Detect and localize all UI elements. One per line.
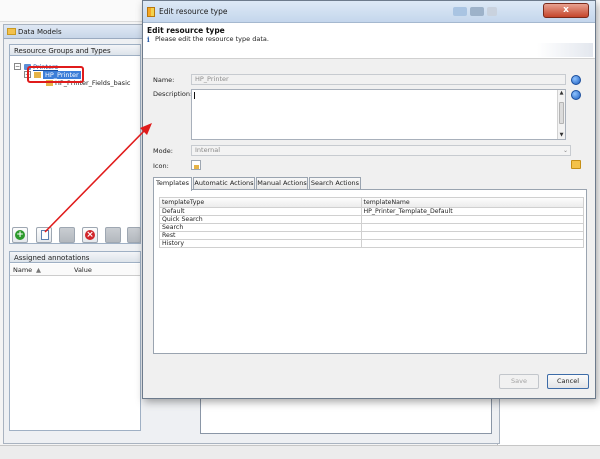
mode-value: Internal — [195, 146, 221, 154]
highlight-box — [27, 66, 84, 83]
dialog-titlebar[interactable]: Edit resource type x — [143, 1, 595, 23]
close-button[interactable]: x — [543, 3, 589, 18]
templates-panel: templateType templateName Default HP_Pri… — [153, 189, 587, 354]
resource-type-icon — [194, 165, 199, 169]
translate-icon[interactable] — [571, 75, 581, 85]
cell-template-type[interactable]: Rest — [160, 232, 362, 240]
dialog-header: Edit resource type i Please edit the res… — [143, 23, 595, 59]
titlebar-deco-icon — [470, 7, 484, 16]
table-row[interactable]: Default HP_Printer_Template_Default — [160, 208, 584, 216]
description-label: Description: — [153, 90, 193, 98]
table-row[interactable]: Rest — [160, 232, 584, 240]
header-decoration — [537, 43, 593, 57]
annotations-col-value[interactable]: Value — [74, 264, 92, 276]
templates-grid: templateType templateName Default HP_Pri… — [159, 197, 584, 248]
table-row[interactable]: History — [160, 240, 584, 248]
disabled-button-2[interactable] — [105, 227, 121, 243]
disabled-button-3[interactable] — [127, 227, 141, 243]
edit-document-icon — [41, 230, 49, 240]
assigned-annotations-panel: Assigned annotations Name ▲ Value — [9, 251, 141, 431]
name-label: Name: — [153, 76, 175, 84]
table-row[interactable]: Search — [160, 224, 584, 232]
plus-icon: + — [15, 230, 25, 240]
titlebar-deco-icon — [487, 7, 497, 16]
cell-template-type[interactable]: Quick Search — [160, 216, 362, 224]
titlebar-deco-icon — [453, 7, 467, 16]
col-header-template-type[interactable]: templateType — [160, 198, 362, 208]
icon-preview[interactable] — [191, 160, 201, 170]
status-bar — [0, 445, 600, 459]
scroll-thumb[interactable] — [559, 102, 564, 124]
cell-template-name[interactable] — [361, 224, 584, 232]
chevron-down-icon: ⌄ — [562, 147, 568, 154]
text-caret — [194, 92, 195, 99]
folder-icon[interactable] — [571, 160, 581, 169]
sort-ascending-icon: ▲ — [36, 266, 41, 274]
scroll-up-icon[interactable]: ▲ — [558, 90, 565, 97]
mode-select[interactable]: Internal ⌄ — [191, 145, 571, 156]
save-button[interactable]: Save — [499, 374, 539, 389]
dialog-subtitle: Please edit the resource type data. — [155, 35, 269, 43]
name-field[interactable]: HP_Printer — [191, 74, 566, 85]
col-header-template-name[interactable]: templateName — [361, 198, 584, 208]
cell-template-type[interactable]: History — [160, 240, 362, 248]
cancel-button[interactable]: Cancel — [547, 374, 589, 389]
delete-icon: × — [85, 230, 95, 240]
description-scrollbar[interactable]: ▲ ▼ — [557, 90, 565, 139]
background-lower-box — [200, 396, 492, 434]
cell-template-name[interactable] — [361, 232, 584, 240]
dialog-window-title: Edit resource type — [159, 7, 228, 16]
mode-label: Mode: — [153, 147, 173, 155]
edit-resource-type-dialog: Edit resource type x Edit resource type … — [142, 0, 596, 399]
cell-template-name[interactable] — [361, 216, 584, 224]
data-models-header: Data Models — [4, 25, 144, 39]
cell-template-name[interactable]: HP_Printer_Template_Default — [361, 208, 584, 216]
table-row[interactable]: Quick Search — [160, 216, 584, 224]
translate-icon[interactable] — [571, 90, 581, 100]
cell-template-type[interactable]: Default — [160, 208, 362, 216]
add-button[interactable]: + — [12, 227, 28, 243]
tab-templates[interactable]: Templates — [153, 177, 192, 191]
description-field[interactable]: ▲ ▼ — [191, 89, 566, 140]
delete-button[interactable]: × — [82, 227, 98, 243]
dialog-heading: Edit resource type — [147, 26, 225, 35]
icon-label: Icon: — [153, 162, 169, 170]
cell-template-name[interactable] — [361, 240, 584, 248]
collapse-icon[interactable]: − — [14, 63, 21, 70]
disabled-button-1[interactable] — [59, 227, 75, 243]
assigned-annotations-title: Assigned annotations — [9, 251, 141, 263]
annotations-header: Name ▲ Value — [10, 264, 140, 276]
app-icon — [147, 7, 155, 17]
resource-groups-title: Resource Groups and Types — [9, 44, 141, 56]
annotations-col-name[interactable]: Name — [13, 264, 32, 276]
folder-icon — [7, 28, 16, 35]
info-icon: i — [147, 35, 150, 44]
scroll-down-icon[interactable]: ▼ — [558, 132, 565, 139]
data-models-title: Data Models — [18, 28, 62, 36]
grid-header-row: templateType templateName — [160, 198, 584, 208]
edit-button[interactable] — [36, 227, 52, 243]
cell-template-type[interactable]: Search — [160, 224, 362, 232]
